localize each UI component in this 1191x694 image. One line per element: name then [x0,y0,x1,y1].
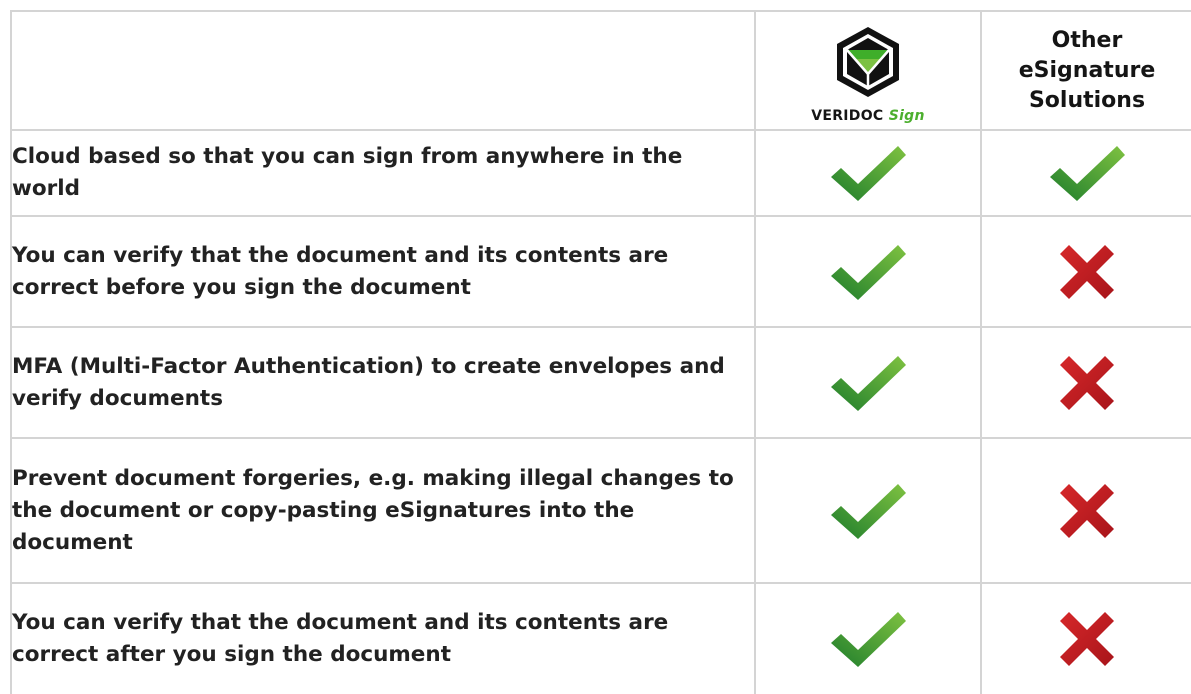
cross-icon [1057,242,1117,302]
cross-icon [1057,609,1117,669]
checkmark-icon [828,353,908,413]
veridoc-mark-cell [754,437,982,584]
feature-row: Prevent document forgeries, e.g. making … [10,437,1191,584]
comparison-table: VERIDOC Sign Other eSignature Solutions … [10,10,1191,694]
other-mark-cell [980,437,1191,584]
other-label-line-3: Solutions [1028,87,1146,113]
header-feature-cell [10,10,756,131]
checkmark-icon [828,143,908,203]
feature-text: You can verify that the document and its… [10,215,756,328]
checkmark-icon [828,609,908,669]
feature-text: Cloud based so that you can sign from an… [10,129,756,217]
veridoc-mark-cell [754,129,982,217]
checkmark-icon [1047,143,1127,203]
other-label-line-1: Other [1051,27,1123,53]
checkmark-icon [828,481,908,541]
feature-row: MFA (Multi-Factor Authentication) to cre… [10,326,1191,439]
feature-row: You can verify that the document and its… [10,582,1191,694]
veridoc-brand-text: VERIDOC Sign [811,108,925,124]
cross-icon [1057,353,1117,413]
veridoc-mark-cell [754,326,982,439]
other-mark-cell [980,215,1191,328]
brand-word-sign: Sign [888,108,925,124]
other-mark-cell [980,326,1191,439]
other-mark-cell [980,129,1191,217]
feature-row: Cloud based so that you can sign from an… [10,129,1191,217]
checkmark-icon [828,242,908,302]
brand-word-veridoc: VERIDOC [811,108,884,124]
veridoc-cube-logo-icon [837,27,899,97]
veridoc-mark-cell [754,215,982,328]
header-row: VERIDOC Sign Other eSignature Solutions [10,10,1191,131]
veridoc-logo: VERIDOC Sign [756,12,980,124]
other-label-line-2: eSignature [1018,57,1156,83]
header-veridoc-cell: VERIDOC Sign [754,10,982,131]
other-mark-cell [980,582,1191,694]
feature-row: You can verify that the document and its… [10,215,1191,328]
header-other-cell: Other eSignature Solutions [980,10,1191,131]
feature-text: You can verify that the document and its… [10,582,756,694]
feature-text: MFA (Multi-Factor Authentication) to cre… [10,326,756,439]
cross-icon [1057,481,1117,541]
feature-text: Prevent document forgeries, e.g. making … [10,437,756,584]
veridoc-mark-cell [754,582,982,694]
